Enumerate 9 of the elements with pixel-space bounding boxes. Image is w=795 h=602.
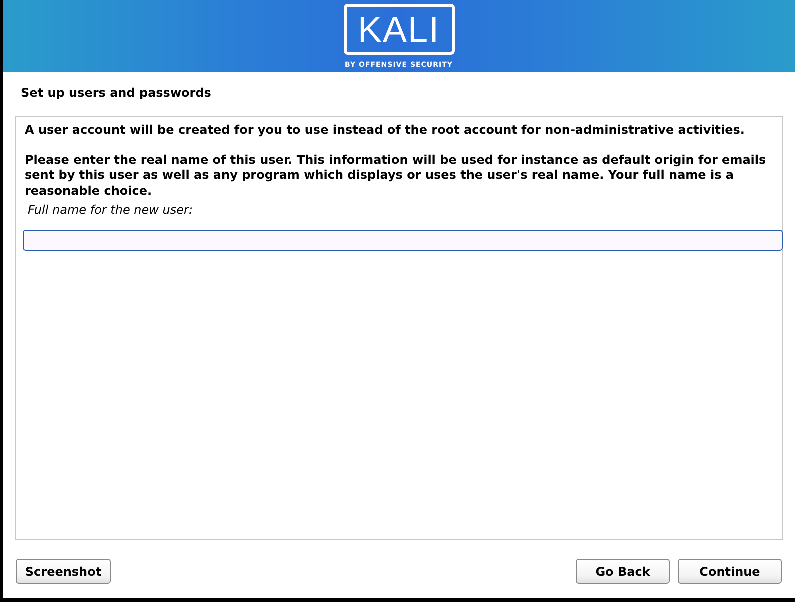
- instruction-text: Please enter the real name of this user. This information will be used for instance as default origin for emails sent by this user as well as any program which displays or uses the user's real name. Your full name is a reasonable choice.: [25, 152, 768, 199]
- instruction-text: A user account will be created for you to use instead of the root account for non-administrative activities.: [25, 123, 746, 138]
- full-name-input[interactable]: [23, 230, 783, 251]
- field-label: Full name for the new user:: [28, 203, 194, 218]
- wizard-button[interactable]: Go Back: [576, 559, 670, 584]
- logo-text: KALI: [358, 10, 440, 50]
- page-title: Set up users and passwords: [21, 85, 212, 101]
- wizard-button[interactable]: Screenshot: [16, 559, 111, 584]
- wizard-button[interactable]: Continue: [678, 559, 782, 584]
